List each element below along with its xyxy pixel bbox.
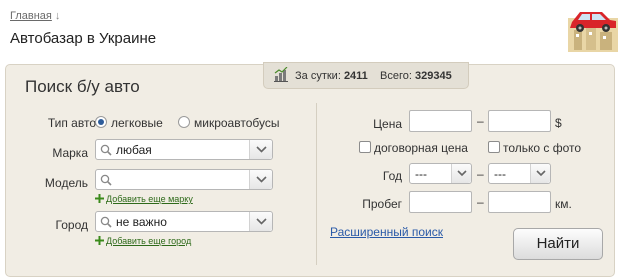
add-city-link[interactable]: Добавить еще город [95, 235, 191, 246]
year-from-select[interactable]: --- [409, 163, 472, 184]
price-to-input[interactable] [488, 110, 551, 132]
search-panel: Поиск б/у авто За сутки: 2411 Всего: 329… [5, 62, 615, 277]
header: Главная ↓ Автобазар в Украине [0, 0, 620, 60]
negotiable-label[interactable]: договорная цена [374, 141, 468, 155]
city-value: не важно [116, 215, 167, 229]
bar-chart-icon [274, 67, 288, 82]
magnifier-icon [100, 174, 112, 186]
stats-total-value: 329345 [415, 70, 452, 82]
stats-day-label: За сутки: [295, 70, 341, 82]
advanced-search-link[interactable]: Расширенный поиск [330, 225, 443, 239]
model-dropdown-button[interactable] [249, 170, 272, 189]
year-from-dropdown-button[interactable] [451, 164, 471, 183]
brand-dropdown-button[interactable] [249, 140, 272, 159]
stats-total-label: Всего: [380, 70, 412, 82]
search-button[interactable]: Найти [513, 228, 603, 260]
chevron-down-icon [256, 218, 267, 225]
add-city-text[interactable]: Добавить еще город [106, 236, 191, 246]
page-title: Автобазар в Украине [10, 30, 157, 47]
panel-title: Поиск б/у авто [25, 77, 140, 96]
city-label: Город [55, 218, 88, 232]
price-label: Цена [373, 117, 402, 131]
stats-text: За сутки: 2411 Всего: 329345 [295, 70, 452, 82]
year-label: Год [382, 169, 402, 183]
stats-badge: За сутки: 2411 Всего: 329345 [263, 62, 469, 89]
radio-passenger-label[interactable]: легковые [111, 116, 163, 130]
chevron-down-icon [536, 170, 546, 177]
add-brand-link[interactable]: Добавить еще марку [95, 193, 193, 204]
plus-icon [95, 236, 104, 245]
year-dash: – [477, 167, 484, 181]
model-select[interactable] [95, 169, 273, 190]
breadcrumb: Главная ↓ [10, 10, 60, 22]
chevron-down-icon [256, 146, 267, 153]
mileage-unit: км. [555, 197, 572, 211]
car-logo-icon [568, 12, 618, 52]
plus-icon [95, 194, 104, 203]
magnifier-icon [100, 216, 112, 228]
year-to-value: --- [494, 167, 506, 181]
radio-passenger[interactable] [95, 116, 107, 128]
stats-day-value: 2411 [343, 70, 368, 82]
brand-label: Марка [52, 146, 88, 160]
city-select[interactable]: не важно [95, 211, 273, 232]
mileage-label: Пробег [362, 197, 402, 211]
radio-minibus[interactable] [178, 116, 190, 128]
photo-only-label[interactable]: только с фото [503, 141, 581, 155]
year-to-select[interactable]: --- [488, 163, 551, 184]
mileage-to-input[interactable] [488, 191, 551, 213]
chevron-down-icon [256, 176, 267, 183]
type-label: Тип авто [47, 116, 96, 130]
mileage-dash: – [477, 195, 484, 209]
brand-value: любая [116, 143, 152, 157]
magnifier-icon [100, 144, 112, 156]
price-unit: $ [555, 116, 562, 130]
city-dropdown-button[interactable] [249, 212, 272, 231]
year-from-value: --- [415, 167, 427, 181]
breadcrumb-home-link[interactable]: Главная [10, 10, 52, 22]
breadcrumb-arrow[interactable]: ↓ [55, 10, 61, 22]
model-label: Модель [44, 176, 88, 190]
negotiable-checkbox[interactable] [359, 141, 371, 153]
price-dash: – [477, 114, 484, 128]
chevron-down-icon [457, 170, 467, 177]
add-brand-text[interactable]: Добавить еще марку [106, 194, 193, 204]
price-from-input[interactable] [409, 110, 472, 132]
year-to-dropdown-button[interactable] [530, 164, 550, 183]
radio-minibus-label[interactable]: микроавтобусы [194, 116, 279, 130]
column-divider [316, 103, 317, 265]
brand-select[interactable]: любая [95, 139, 273, 160]
photo-only-checkbox[interactable] [488, 141, 500, 153]
mileage-from-input[interactable] [409, 191, 472, 213]
